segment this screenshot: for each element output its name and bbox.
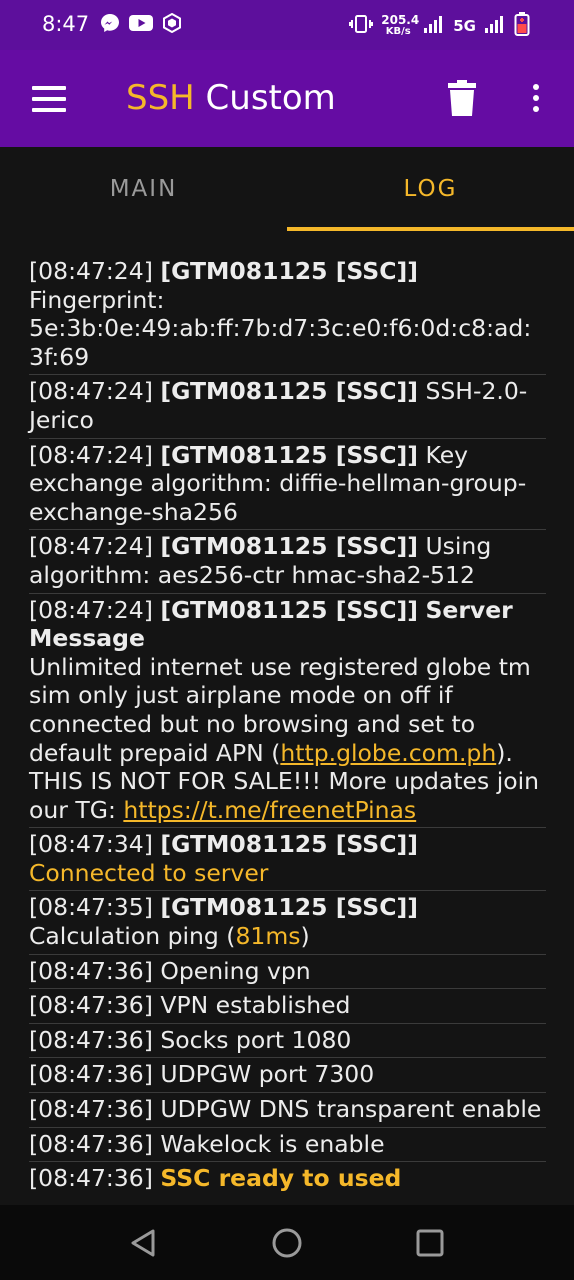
log-tag: [GTM081125 [SSC]] [160, 440, 418, 469]
back-icon[interactable] [124, 1223, 164, 1263]
youtube-icon [129, 14, 153, 36]
log-entry: [08:47:36] Opening vpn [29, 955, 546, 990]
active-tab-indicator [287, 227, 574, 231]
signal-icon [484, 14, 506, 38]
log-entry: [08:47:36] UDPGW port 7300 [29, 1058, 546, 1094]
trash-icon[interactable] [448, 80, 476, 116]
telegram-link[interactable]: https://t.me/freenetPinas [123, 796, 416, 824]
connection-status: Connected to server [29, 858, 269, 887]
log-entry: [08:47:24] [GTM081125 [SSC]] Using algor… [29, 530, 546, 594]
log-text: Calculation ping ( [29, 922, 236, 951]
log-time: [08:47:35] [29, 893, 153, 922]
log-list: [08:47:24] [GTM081125 [SSC]] Fingerprint… [29, 255, 546, 1196]
log-time: [08:47:36] [29, 1060, 153, 1089]
log-entry: [08:47:24] [GTM081125 [SSC]] Fingerprint… [29, 255, 546, 376]
vpn-app-icon [162, 12, 182, 37]
status-bar: 8:47 205.4 KB/s 5G [0, 0, 574, 50]
log-entry: [08:47:36] VPN established [29, 989, 546, 1024]
messenger-icon [100, 13, 120, 37]
globe-link[interactable]: http.globe.com.ph [280, 739, 496, 767]
network-speed-unit: KB/s [385, 26, 411, 37]
log-time: [08:47:36] [29, 956, 153, 985]
more-vert-icon[interactable] [524, 80, 548, 116]
log-time: [08:47:24] [29, 257, 153, 285]
network-type-label: 5G [453, 17, 476, 35]
log-entry: [08:47:36] SSC ready to used [29, 1162, 546, 1196]
log-entry: [08:47:36] UDPGW DNS transparent enable [29, 1093, 546, 1128]
log-tag: [GTM081125 [SSC]] [160, 377, 418, 406]
battery-icon [514, 12, 530, 40]
log-time: [08:47:24] [29, 440, 153, 469]
home-icon[interactable] [267, 1223, 307, 1263]
log-time: [08:47:34] [29, 830, 153, 859]
ping-value: 81ms [235, 922, 301, 951]
log-time: [08:47:24] [29, 532, 153, 561]
log-entry: [08:47:24] [GTM081125 [SSC]] SSH-2.0-Jer… [29, 375, 546, 439]
log-tag: [GTM081125 [SSC]] [160, 257, 418, 285]
ready-status: SSC ready to used [160, 1164, 402, 1193]
log-text: ) [300, 922, 310, 951]
log-text: Fingerprint: 5e:3b:0e:49:ab:ff:7b:d7:3c:… [29, 285, 532, 371]
log-time: [08:47:36] [29, 991, 153, 1020]
log-entry-server-message: [08:47:24] [GTM081125 [SSC]] Server Mess… [29, 594, 546, 829]
vibrate-icon [349, 14, 374, 38]
log-entry: [08:47:34] [GTM081125 [SSC]] Connected t… [29, 828, 546, 892]
tab-log[interactable]: LOG [287, 147, 574, 231]
recents-icon[interactable] [410, 1223, 450, 1263]
app-title-rest: Custom [194, 78, 336, 118]
app-title: SSH Custom [126, 78, 336, 118]
menu-icon[interactable] [32, 86, 66, 112]
log-entry: [08:47:35] [GTM081125 [SSC]] Calculation… [29, 891, 546, 955]
tab-main[interactable]: MAIN [0, 147, 287, 231]
log-tag: [GTM081125 [SSC]] [160, 893, 418, 922]
log-tag: [GTM081125 [SSC]] [160, 830, 418, 859]
navigation-bar [0, 1205, 574, 1280]
app-bar: SSH Custom [0, 50, 574, 147]
log-entry: [08:47:24] [GTM081125 [SSC]] Key exchang… [29, 439, 546, 531]
app-title-accent: SSH [126, 78, 195, 118]
log-time: [08:47:36] [29, 1095, 153, 1124]
log-text: VPN established [160, 991, 351, 1020]
log-text: UDPGW port 7300 [160, 1060, 375, 1089]
log-entry: [08:47:36] Socks port 1080 [29, 1024, 546, 1059]
tab-bar: MAIN LOG [0, 147, 574, 231]
signal-icon [423, 14, 445, 38]
log-entry: [08:47:36] Wakelock is enable [29, 1128, 546, 1163]
log-tag: [GTM081125 [SSC]] [160, 595, 418, 624]
log-text: Wakelock is enable [160, 1129, 385, 1158]
log-text: Opening vpn [160, 956, 311, 985]
log-text: Socks port 1080 [160, 1025, 352, 1054]
status-time: 8:47 [42, 12, 90, 36]
log-time: [08:47:36] [29, 1025, 153, 1054]
network-speed-value: 205.4 [381, 13, 420, 27]
log-text: UDPGW DNS transparent enable [160, 1095, 542, 1124]
log-time: [08:47:24] [29, 595, 153, 624]
log-time: [08:47:36] [29, 1129, 153, 1158]
log-tag: [GTM081125 [SSC]] [160, 532, 418, 561]
log-time: [08:47:24] [29, 377, 153, 406]
log-time: [08:47:36] [29, 1164, 153, 1193]
